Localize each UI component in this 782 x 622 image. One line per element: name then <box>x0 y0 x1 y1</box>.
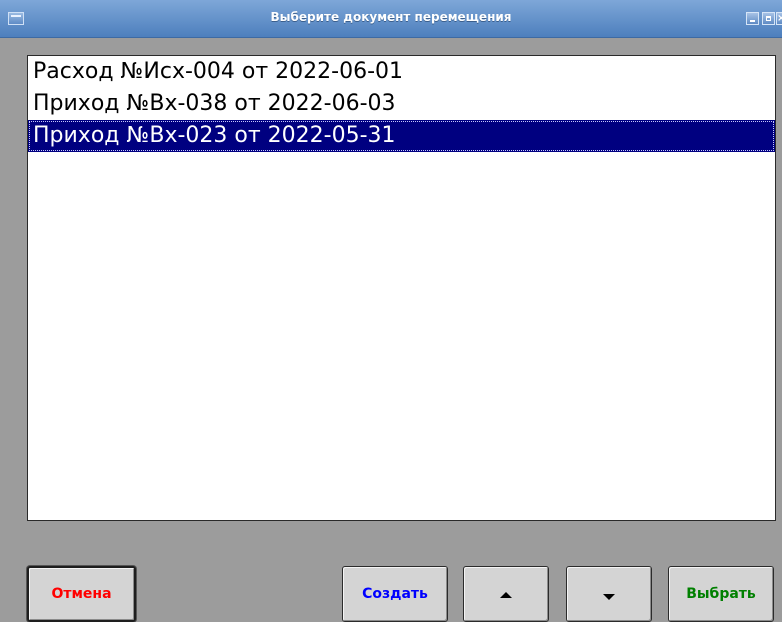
list-item[interactable]: Приход №Вх-038 от 2022-06-03 <box>28 88 775 120</box>
cancel-button-label: Отмена <box>51 586 112 602</box>
list-item[interactable]: Расход №Исх-004 от 2022-06-01 <box>28 56 775 88</box>
arrow-down-icon <box>603 594 615 600</box>
maximize-icon[interactable] <box>762 12 775 25</box>
dialog-body: Расход №Исх-004 от 2022-06-01 Приход №Вх… <box>0 38 782 622</box>
window-title: Выберите документ перемещения <box>270 10 512 24</box>
create-button-label: Создать <box>362 586 428 602</box>
close-icon[interactable]: × <box>776 12 782 25</box>
arrow-up-icon <box>500 592 512 598</box>
select-button-label: Выбрать <box>686 586 756 602</box>
list-item-selected[interactable]: Приход №Вх-023 от 2022-05-31 <box>28 120 775 152</box>
title-bar[interactable]: Выберите документ перемещения × <box>0 0 782 38</box>
document-list[interactable]: Расход №Исх-004 от 2022-06-01 Приход №Вх… <box>27 55 776 521</box>
minimize-icon[interactable] <box>746 12 759 25</box>
